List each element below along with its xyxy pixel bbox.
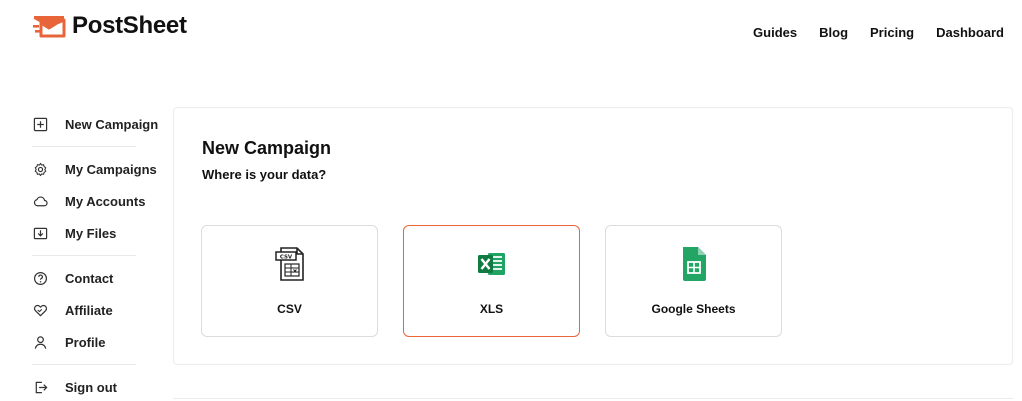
page-subtitle: Where is your data? <box>202 167 327 182</box>
sidebar-item-contact[interactable]: Contact <box>32 262 164 294</box>
sidebar-item-label: Contact <box>65 270 114 286</box>
sidebar-item-my-accounts[interactable]: My Accounts <box>32 185 164 217</box>
sidebar-item-label: Sign out <box>65 379 117 395</box>
envelope-logo-icon <box>33 16 66 38</box>
nav-guides[interactable]: Guides <box>753 25 797 40</box>
sidebar-item-label: My Accounts <box>65 193 146 209</box>
sidebar-item-label: My Files <box>65 225 117 241</box>
plus-square-icon <box>32 116 48 132</box>
top-nav: Guides Blog Pricing Dashboard <box>731 25 1004 40</box>
source-card-xls[interactable]: XLS <box>403 225 580 337</box>
sidebar-item-label: Affiliate <box>65 302 113 318</box>
top-header: PostSheet Guides Blog Pricing Dashboard <box>0 0 1022 66</box>
excel-icon <box>472 244 512 284</box>
sidebar-item-label: Profile <box>65 334 106 350</box>
source-label: Google Sheets <box>651 302 736 316</box>
csv-file-icon: CSV <box>270 244 310 284</box>
sidebar-divider <box>32 146 136 147</box>
sidebar-item-new-campaign[interactable]: New Campaign <box>32 108 164 140</box>
gear-icon <box>32 161 48 177</box>
source-label: XLS <box>479 302 504 316</box>
sidebar-item-label: My Campaigns <box>65 161 157 177</box>
sidebar-item-affiliate[interactable]: Affiliate <box>32 294 164 326</box>
data-source-options: CSV CSV XLS Google Sheets <box>201 225 807 337</box>
cloud-icon <box>32 193 48 209</box>
sidebar-item-sign-out[interactable]: Sign out <box>32 371 164 401</box>
user-icon <box>32 334 48 350</box>
nav-blog[interactable]: Blog <box>819 25 848 40</box>
google-sheets-icon <box>674 244 714 284</box>
download-box-icon <box>32 225 48 241</box>
sidebar-item-my-files[interactable]: My Files <box>32 217 164 249</box>
sidebar-divider <box>32 364 136 365</box>
sign-out-icon <box>32 379 48 395</box>
sidebar-item-my-campaigns[interactable]: My Campaigns <box>32 153 164 185</box>
heart-handshake-icon <box>32 302 48 318</box>
page-title: New Campaign <box>202 138 332 158</box>
brand-logo[interactable]: PostSheet <box>32 12 187 40</box>
source-label: CSV <box>277 302 302 316</box>
question-circle-icon <box>32 270 48 286</box>
nav-pricing[interactable]: Pricing <box>870 25 914 40</box>
new-campaign-panel: New Campaign Where is your data? CSV CSV <box>173 107 1013 365</box>
source-card-csv[interactable]: CSV CSV <box>201 225 378 337</box>
sidebar-divider <box>32 255 136 256</box>
svg-text:CSV: CSV <box>279 255 292 261</box>
sidebar-item-profile[interactable]: Profile <box>32 326 164 358</box>
nav-dashboard[interactable]: Dashboard <box>936 25 1004 40</box>
brand-name: PostSheet <box>72 12 187 39</box>
source-card-google-sheets[interactable]: Google Sheets <box>605 225 782 337</box>
sidebar-item-label: New Campaign <box>65 116 159 132</box>
sidebar: New Campaign My Campaigns My Accounts My… <box>32 108 164 401</box>
